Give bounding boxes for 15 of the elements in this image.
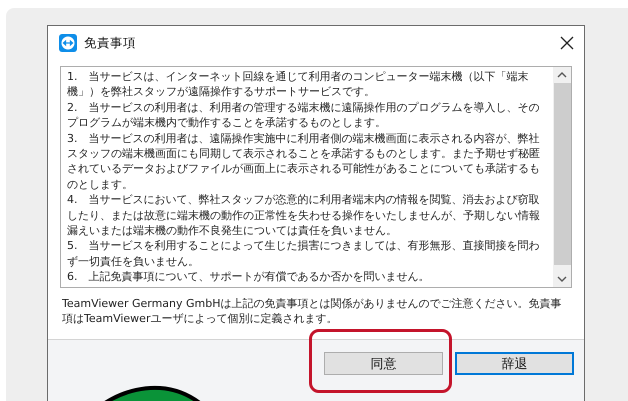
terms-paragraph: 5. 当サービスを利用することによって生じた損害につきましては、有形無形、直接間接を問わず一切責任を負いません。 [67, 238, 540, 270]
terms-paragraph: 6. 上記免責事項について、サポートが有償であるか否かを問いません。 [67, 269, 430, 285]
app-logo-icon [59, 34, 77, 52]
disclaimer-note: TeamViewer Germany GmbHは上記の免責事項とは関係がありませんのでご注意ください。免責事項はTeamViewerユーザによって個別に定義されます。 [62, 296, 563, 326]
window-title: 免責事項 [84, 34, 137, 52]
terms-paragraph: 2. 当サービスの利用者は、利用者の管理する端末機に遠隔操作用のプログラムを導入し、そのプログラムが端末機内で動作することを承諾するものとします。 [67, 100, 540, 131]
dialog-button[interactable]: 辞退 [455, 352, 574, 375]
terms-paragraph: 1. 当サービスは、インターネット回線を通じて利用者のコンピューター端末機（以下「端末機」）を弊社スタッフが遠隔操作するサポートサービスです。 [67, 69, 530, 100]
scroll-up-icon[interactable] [557, 71, 567, 79]
terms-paragraph: 4. 当サービスにおいて、弊社スタッフが恣意的に利用者端末内の情報を閲覧、消去および窃取したり、または故意に端末機の動作の正常性を失わせる操作をいたしませんが、予期しない情報漏えいまたは端末機の動作不良発生については責任を負いません。 [67, 192, 541, 238]
scroll-down-icon[interactable] [557, 274, 567, 283]
close-icon[interactable] [560, 36, 574, 50]
scrollbar[interactable] [553, 67, 571, 287]
terms-paragraph: 3. 当サービスの利用者は、遠隔操作実施中に利用者側の端末機画面に表示される内容が、弊社スタッフの端末機画面にも同期して表示されることを承諾するものとします。また予期せず秘匿されているデータおよびファイルが画面上に表示される可能性があることについても承諾するものとします。 [67, 130, 541, 192]
dialog-button[interactable]: 同意 [324, 352, 443, 375]
